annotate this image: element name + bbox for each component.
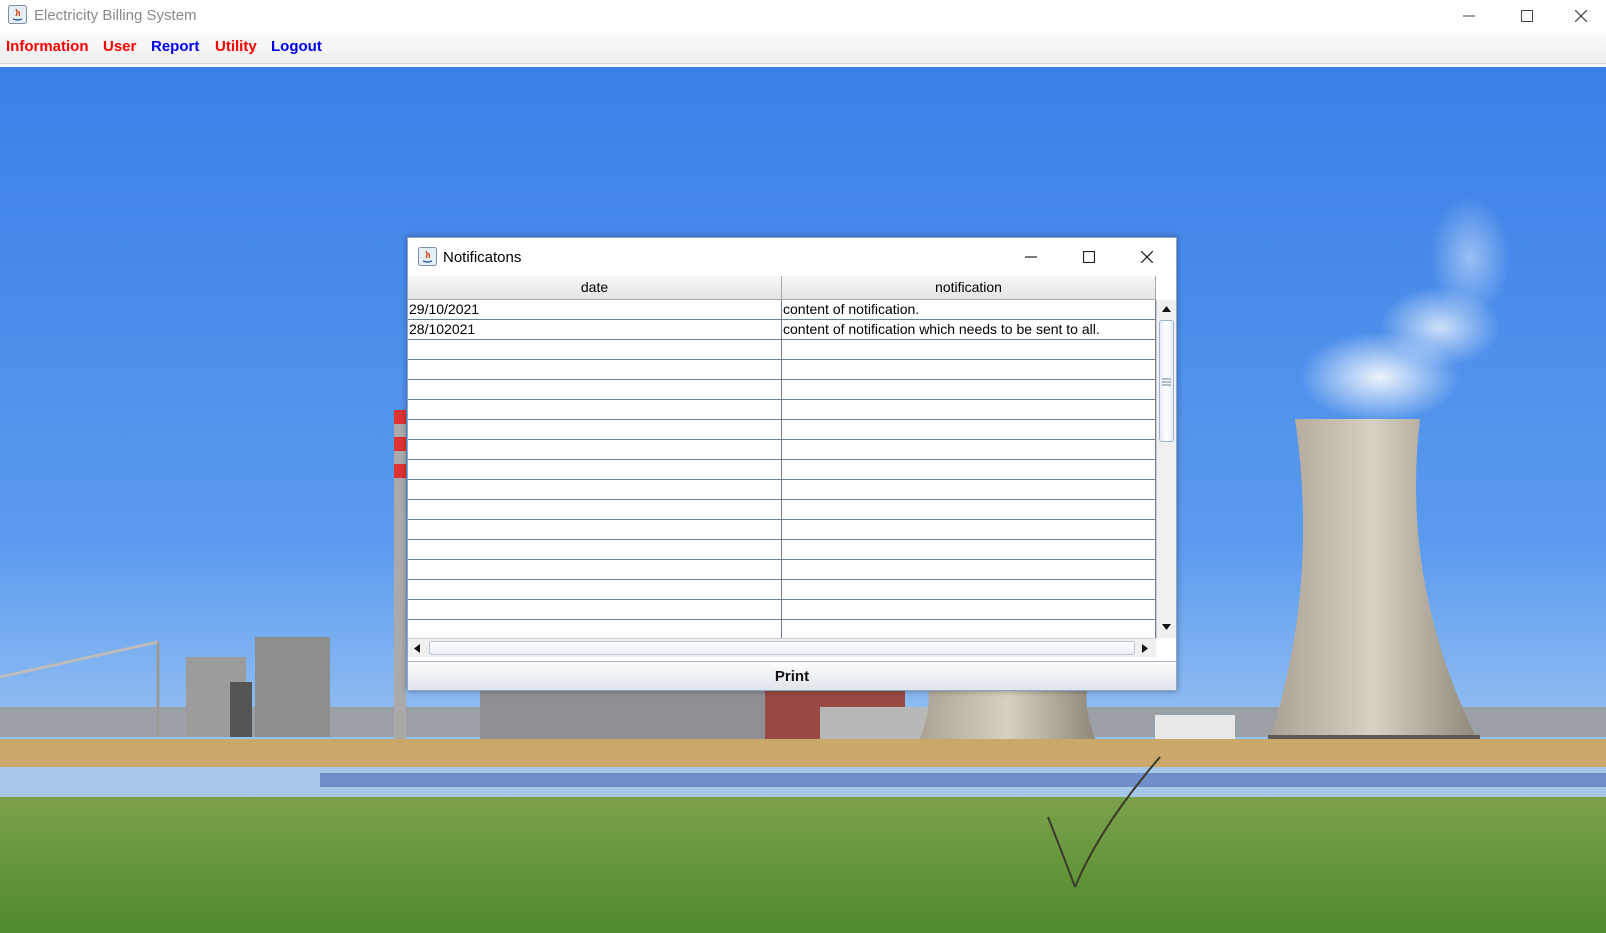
scroll-down-button[interactable] <box>1157 618 1176 636</box>
table-row-empty[interactable] <box>408 440 1156 460</box>
menu-user[interactable]: User <box>103 38 136 55</box>
dialog-minimize-button[interactable] <box>1002 238 1060 276</box>
vertical-scroll-thumb[interactable] <box>1159 320 1174 442</box>
java-app-icon <box>418 247 437 266</box>
table-row-empty[interactable] <box>408 600 1156 620</box>
horizontal-scroll-thumb[interactable] <box>429 641 1135 655</box>
table-row-empty[interactable] <box>408 400 1156 420</box>
notifications-table[interactable]: date notification 29/10/2021 content of … <box>408 276 1156 638</box>
cell-empty[interactable] <box>408 440 782 459</box>
menu-logout[interactable]: Logout <box>271 38 322 55</box>
table-row-empty[interactable] <box>408 620 1156 638</box>
maximize-icon <box>1521 9 1533 22</box>
cell-empty[interactable] <box>408 540 782 559</box>
cell-notification[interactable]: content of notification which needs to b… <box>782 320 1156 339</box>
cell-empty[interactable] <box>408 520 782 539</box>
cell-empty[interactable] <box>408 420 782 439</box>
cell-empty[interactable] <box>408 460 782 479</box>
table-row-empty[interactable] <box>408 520 1156 540</box>
minimize-icon <box>1463 15 1475 16</box>
notifications-dialog: Notificatons date notification 29/10/202… <box>407 237 1177 691</box>
cell-empty[interactable] <box>782 560 1156 579</box>
cell-empty[interactable] <box>408 620 782 638</box>
column-header-notification[interactable]: notification <box>782 276 1156 299</box>
table-row-empty[interactable] <box>408 480 1156 500</box>
cell-empty[interactable] <box>782 420 1156 439</box>
cell-empty[interactable] <box>782 340 1156 359</box>
menu-information[interactable]: Information <box>6 38 89 55</box>
dialog-titlebar[interactable]: Notificatons <box>408 238 1176 276</box>
close-icon <box>1141 251 1153 263</box>
dialog-maximize-button[interactable] <box>1060 238 1118 276</box>
table-row-empty[interactable] <box>408 420 1156 440</box>
table-row-empty[interactable] <box>408 580 1156 600</box>
table-header: date notification <box>408 276 1156 300</box>
cell-empty[interactable] <box>782 520 1156 539</box>
cell-empty[interactable] <box>782 440 1156 459</box>
table-row-empty[interactable] <box>408 460 1156 480</box>
java-app-icon <box>8 5 27 24</box>
scroll-left-button[interactable] <box>408 639 426 657</box>
minimize-icon <box>1025 256 1037 258</box>
cell-empty[interactable] <box>782 400 1156 419</box>
cell-empty[interactable] <box>408 340 782 359</box>
arrow-right-icon <box>1142 643 1148 653</box>
table-body: 29/10/2021 content of notification. 28/1… <box>408 300 1156 638</box>
cell-empty[interactable] <box>408 360 782 379</box>
cell-date[interactable]: 28/102021 <box>408 320 782 339</box>
cell-notification[interactable]: content of notification. <box>782 300 1156 319</box>
cell-empty[interactable] <box>782 540 1156 559</box>
close-icon <box>1575 9 1587 22</box>
cell-empty[interactable] <box>408 500 782 519</box>
horizontal-scrollbar[interactable] <box>408 638 1156 657</box>
menu-utility[interactable]: Utility <box>215 38 257 55</box>
cell-empty[interactable] <box>408 600 782 619</box>
table-row-empty[interactable] <box>408 500 1156 520</box>
cell-date[interactable]: 29/10/2021 <box>408 300 782 319</box>
table-row-empty[interactable] <box>408 540 1156 560</box>
cell-empty[interactable] <box>782 460 1156 479</box>
main-window-titlebar: Electricity Billing System <box>0 0 1606 31</box>
cell-empty[interactable] <box>408 560 782 579</box>
cell-empty[interactable] <box>782 480 1156 499</box>
minimize-button[interactable] <box>1440 0 1498 31</box>
cell-empty[interactable] <box>408 480 782 499</box>
arrow-down-icon <box>1162 624 1171 630</box>
maximize-button[interactable] <box>1498 0 1556 31</box>
cell-empty[interactable] <box>782 580 1156 599</box>
menu-bar: Information User Report Utility Logout <box>0 31 1606 64</box>
cell-empty[interactable] <box>782 380 1156 399</box>
cell-empty[interactable] <box>408 400 782 419</box>
close-button[interactable] <box>1556 0 1606 31</box>
table-row[interactable]: 28/102021 content of notification which … <box>408 320 1156 340</box>
menu-report[interactable]: Report <box>151 38 199 55</box>
cell-empty[interactable] <box>408 380 782 399</box>
vertical-scrollbar[interactable] <box>1156 300 1176 638</box>
cell-empty[interactable] <box>408 580 782 599</box>
dialog-title: Notificatons <box>443 249 522 266</box>
cell-empty[interactable] <box>782 620 1156 638</box>
table-row-empty[interactable] <box>408 380 1156 400</box>
table-row[interactable]: 29/10/2021 content of notification. <box>408 300 1156 320</box>
print-button[interactable]: Print <box>408 661 1176 690</box>
arrow-left-icon <box>414 643 420 653</box>
grip-icon <box>1162 378 1171 386</box>
window-title: Electricity Billing System <box>34 7 197 24</box>
column-header-date[interactable]: date <box>408 276 782 299</box>
table-row-empty[interactable] <box>408 560 1156 580</box>
maximize-icon <box>1083 251 1095 263</box>
scroll-right-button[interactable] <box>1136 639 1154 657</box>
scroll-up-button[interactable] <box>1157 300 1176 318</box>
cell-empty[interactable] <box>782 500 1156 519</box>
cell-empty[interactable] <box>782 600 1156 619</box>
cell-empty[interactable] <box>782 360 1156 379</box>
dialog-close-button[interactable] <box>1118 238 1176 276</box>
table-row-empty[interactable] <box>408 340 1156 360</box>
arrow-up-icon <box>1162 306 1171 312</box>
table-row-empty[interactable] <box>408 360 1156 380</box>
